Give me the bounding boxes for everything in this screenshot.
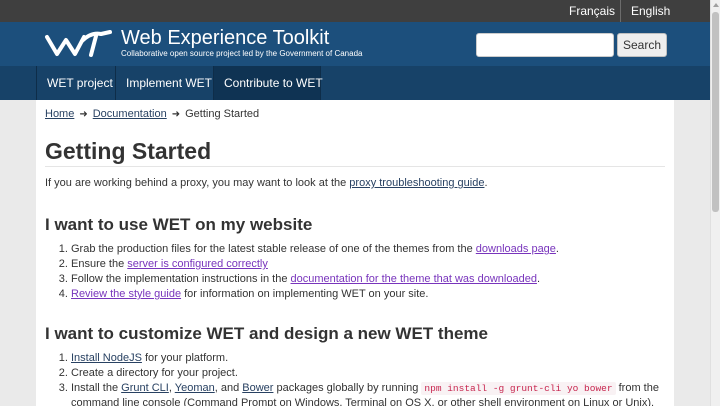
step-text: Ensure the [71,258,128,270]
step-text: Grab the production files for the latest… [71,243,476,255]
list-item: Follow the implementation instructions i… [71,272,559,287]
theme-docs-link[interactable]: documentation for the theme that was dow… [291,273,537,285]
menu-item-contribute[interactable]: Contribute to WET [213,66,323,100]
use-wet-steps: Grab the production files for the latest… [71,242,559,302]
list-item: Create a directory for your project. [71,366,659,381]
section-heading-use-wet: I want to use WET on my website [45,215,313,234]
site-title[interactable]: Web Experience Toolkit [121,27,329,50]
intro-text: If you are working behind a proxy, you m… [45,177,350,189]
intro-paragraph: If you are working behind a proxy, you m… [45,177,488,189]
yeoman-link[interactable]: Yeoman [175,382,215,394]
title-divider [45,166,665,167]
list-item: Grab the production files for the latest… [71,242,559,257]
list-item: Install NodeJS for your platform. [71,351,659,366]
intro-text-end: . [484,177,488,189]
step-text-end: for information on implementing WET on y… [181,288,429,300]
main-content: Home ➜ Documentation ➜ Getting Started Getti… [36,100,674,406]
list-item: Review the style guide for information o… [71,287,559,302]
step-text-end: from the [615,382,659,394]
downloads-page-link[interactable]: downloads page [476,243,556,255]
step-text-end: . [536,273,540,285]
site-subtitle: Collaborative open source project led by… [121,49,363,58]
page-scrollbar[interactable] [710,0,720,406]
proxy-guide-link[interactable]: proxy troubleshooting guide [349,177,484,189]
list-item-continuation: command line console (Command Prompt on … [71,396,659,406]
breadcrumb-home-link[interactable]: Home [45,108,74,120]
style-guide-link[interactable]: Review the style guide [71,288,181,300]
menu-item-implement-wet[interactable]: Implement WET [115,66,213,100]
lang-french-link[interactable]: Français [569,0,615,22]
breadcrumb: Home ➜ Documentation ➜ Getting Started [45,108,259,120]
arrow-right-icon: ➜ [79,109,88,120]
breadcrumb-current: Getting Started [185,108,260,120]
scroll-up-arrow-icon[interactable] [711,0,720,10]
arrow-right-icon: ➜ [171,109,181,120]
site-banner: Web Experience Toolkit Collaborative ope… [0,22,710,66]
lang-english-link[interactable]: English [620,0,710,22]
list-item: Install the Grunt CLI, Yeoman, and Bower… [71,381,659,396]
scroll-thumb[interactable] [712,12,719,212]
search-input[interactable] [476,33,614,57]
step-text: Install the [71,382,122,394]
wet-logo-icon[interactable] [44,28,114,60]
install-command-code: npm install -g grunt-cli yo bower [421,382,616,395]
step-text: packages globally by running [273,382,422,394]
page-title: Getting Started [45,138,212,164]
install-nodejs-link[interactable]: Install NodeJS [71,352,142,364]
bower-link[interactable]: Bower [242,382,273,394]
step-sep: , and [214,382,243,394]
customize-steps: Install NodeJS for your platform. Create… [71,351,659,406]
step-text-end: . [555,243,559,255]
step-text: command line console (Command Prompt on … [71,397,655,406]
step-text: Create a directory for your project. [71,367,238,379]
language-bar: Français English [0,0,710,22]
list-item: Ensure the server is configured correctl… [71,257,559,272]
section-heading-customize: I want to customize WET and design a new… [45,324,488,343]
step-text: Follow the implementation instructions i… [71,273,291,285]
grunt-cli-link[interactable]: Grunt CLI [121,382,169,394]
main-menu: WET project Implement WET Contribute to … [0,66,710,100]
menu-item-wet-project[interactable]: WET project [36,66,115,100]
server-config-link[interactable]: server is configured correctly [127,258,268,270]
step-text: for your platform. [141,352,229,364]
breadcrumb-docs-link[interactable]: Documentation [93,108,167,120]
search-button[interactable]: Search [617,33,667,57]
